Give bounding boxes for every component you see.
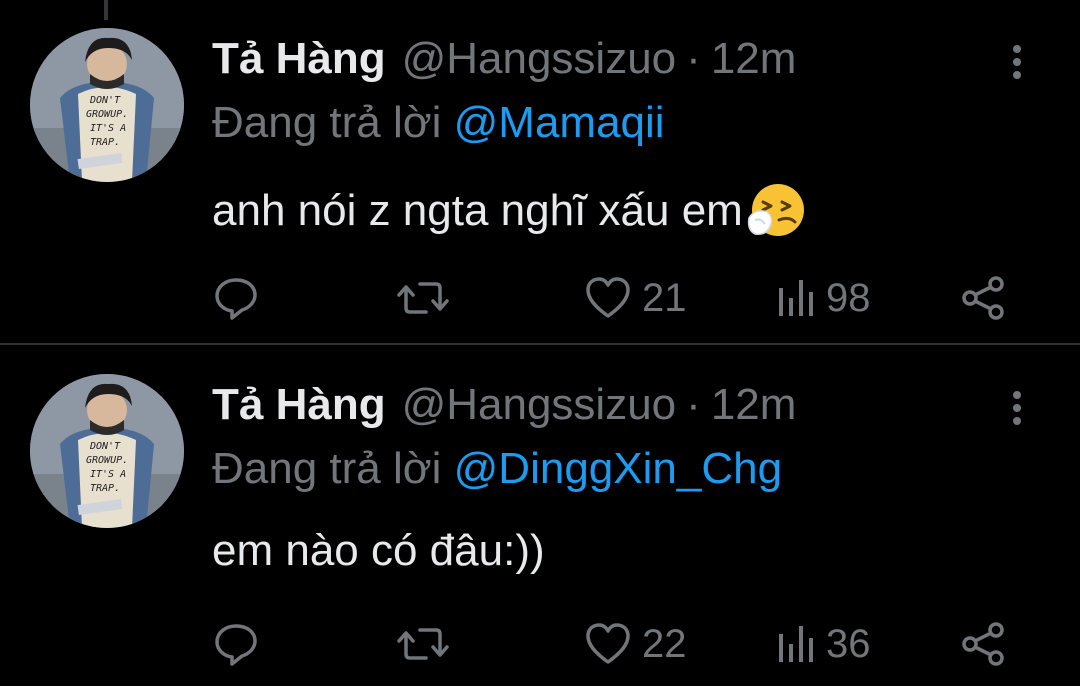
separator: · — [686, 380, 701, 429]
tweet[interactable]: DON'T GROWUP. IT'S A TRAP. Tả Hàng @Hang… — [0, 0, 1080, 340]
replying-prefix: Đang trả lời — [212, 444, 442, 493]
views-icon — [776, 620, 816, 668]
mention-link[interactable]: @Mamaqii — [454, 98, 665, 147]
share-icon — [958, 620, 1008, 668]
view-count: 36 — [826, 621, 871, 666]
avatar-shirt-line: DON'T — [89, 441, 121, 452]
views-button[interactable]: 98 — [776, 270, 871, 326]
tweet-text-content: anh nói z ngta nghĩ xấu em — [212, 186, 743, 235]
avatar[interactable]: DON'T GROWUP. IT'S A TRAP. — [30, 28, 184, 182]
view-count: 98 — [826, 275, 871, 320]
tweet-text: em nào có đâu:)) — [212, 526, 545, 576]
avatar-shirt-line: DON'T — [89, 95, 121, 106]
more-icon[interactable] — [1004, 388, 1030, 428]
sneezing-face-icon — [745, 180, 807, 242]
tweet-header: Tả Hàng @Hangssizuo · 12m — [212, 34, 796, 90]
timestamp[interactable]: 12m — [711, 380, 797, 430]
retweet-button[interactable] — [396, 616, 450, 672]
like-count: 22 — [642, 621, 687, 666]
avatar-shirt-line: IT'S A — [90, 123, 126, 134]
user-handle[interactable]: @Hangssizuo — [402, 380, 677, 430]
display-name[interactable]: Tả Hàng — [212, 380, 386, 430]
separator: · — [686, 34, 701, 83]
reply-button[interactable] — [212, 616, 260, 672]
tweet-header: Tả Hàng @Hangssizuo · 12m — [212, 380, 796, 436]
reply-icon — [212, 620, 260, 668]
tweet-text: anh nói z ngta nghĩ xấu em — [212, 180, 807, 242]
replying-prefix: Đang trả lời — [212, 98, 442, 147]
retweet-icon — [396, 274, 450, 322]
like-button[interactable]: 21 — [584, 270, 687, 326]
share-button[interactable] — [958, 616, 1008, 672]
avatar-shirt-line: TRAP. — [90, 137, 120, 148]
share-button[interactable] — [958, 270, 1008, 326]
tweet-actions: 21 98 — [0, 270, 1080, 326]
avatar-shirt-line: TRAP. — [90, 483, 120, 494]
retweet-icon — [396, 620, 450, 668]
retweet-button[interactable] — [396, 270, 450, 326]
tweet-text-content: em nào có đâu:)) — [212, 526, 545, 575]
reply-button[interactable] — [212, 270, 260, 326]
user-handle[interactable]: @Hangssizuo — [402, 34, 677, 84]
avatar-shirt-line: GROWUP. — [86, 109, 128, 120]
more-icon[interactable] — [1004, 42, 1030, 82]
views-icon — [776, 274, 816, 322]
share-icon — [958, 274, 1008, 322]
replying-to: Đang trả lời @DinggXin_Chg — [212, 444, 782, 494]
avatar-shirt-line: GROWUP. — [86, 455, 128, 466]
like-icon — [584, 620, 632, 668]
timestamp[interactable]: 12m — [711, 34, 797, 84]
display-name[interactable]: Tả Hàng — [212, 34, 386, 84]
like-icon — [584, 274, 632, 322]
replying-to: Đang trả lời @Mamaqii — [212, 98, 665, 148]
avatar[interactable]: DON'T GROWUP. IT'S A TRAP. — [30, 374, 184, 528]
views-button[interactable]: 36 — [776, 616, 871, 672]
reply-icon — [212, 274, 260, 322]
like-count: 21 — [642, 275, 687, 320]
like-button[interactable]: 22 — [584, 616, 687, 672]
divider — [0, 343, 1080, 345]
avatar-shirt-line: IT'S A — [90, 469, 126, 480]
mention-link[interactable]: @DinggXin_Chg — [454, 444, 782, 493]
tweet[interactable]: DON'T GROWUP. IT'S A TRAP. Tả Hàng @Hang… — [0, 346, 1080, 686]
tweet-actions: 22 36 — [0, 616, 1080, 672]
